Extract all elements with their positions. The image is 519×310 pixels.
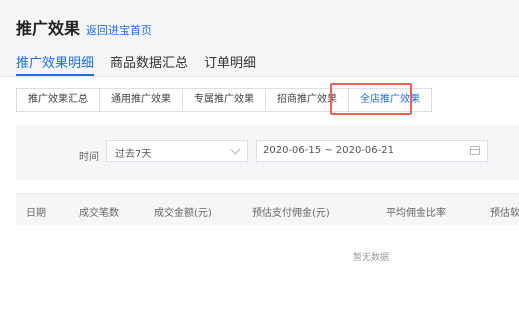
period-select[interactable]: 过去7天: [106, 140, 248, 162]
tab-promotion-detail[interactable]: 推广效果明细: [16, 52, 95, 76]
tab-product-summary[interactable]: 商品数据汇总: [110, 52, 188, 76]
chevron-down-icon: [230, 144, 241, 155]
column-order-amount: 成交金额(元): [154, 208, 212, 219]
main-tabs: 推广效果明细 商品数据汇总 订单明细: [16, 52, 256, 76]
period-value: 过去7天: [115, 149, 152, 160]
date-range-value: 2020-06-15 ~ 2020-06-21: [263, 145, 394, 156]
back-to-home-link[interactable]: 返回进宝首页: [86, 22, 152, 38]
data-table: 日期 成交笔数 成交金额(元) 预估支付佣金(元) 平均佣金比率 预估软: [16, 193, 519, 291]
page-title: 推广效果: [16, 19, 81, 38]
empty-state-text: 暂无数据: [353, 253, 390, 263]
calendar-icon[interactable]: [470, 146, 480, 155]
subtab-general[interactable]: 通用推广效果: [99, 88, 183, 112]
page-header: 推广效果 返回进宝首页: [16, 15, 152, 38]
time-label: 时间: [79, 152, 99, 163]
subtab-whole-store[interactable]: 全店推广效果: [348, 88, 432, 112]
column-date: 日期: [26, 208, 46, 219]
column-estimated-truncated: 预估软: [490, 208, 519, 219]
date-range-picker[interactable]: 2020-06-15 ~ 2020-06-21: [256, 140, 488, 162]
subtab-merchant[interactable]: 招商推广效果: [265, 88, 349, 112]
tab-order-detail[interactable]: 订单明细: [204, 52, 256, 76]
page: 推广效果 返回进宝首页 推广效果明细 商品数据汇总 订单明细 推广效果汇总 通用…: [0, 0, 519, 310]
table-header: 日期 成交笔数 成交金额(元) 预估支付佣金(元) 平均佣金比率 预估软: [16, 194, 519, 225]
subtab-summary[interactable]: 推广效果汇总: [16, 88, 100, 112]
column-average-commission-rate: 平均佣金比率: [386, 208, 446, 219]
column-estimated-commission: 预估支付佣金(元): [252, 208, 330, 219]
column-order-count: 成交笔数: [79, 208, 119, 219]
subtab-exclusive[interactable]: 专属推广效果: [182, 88, 266, 112]
sub-tabs: 推广效果汇总 通用推广效果 专属推广效果 招商推广效果 全店推广效果: [16, 88, 432, 112]
